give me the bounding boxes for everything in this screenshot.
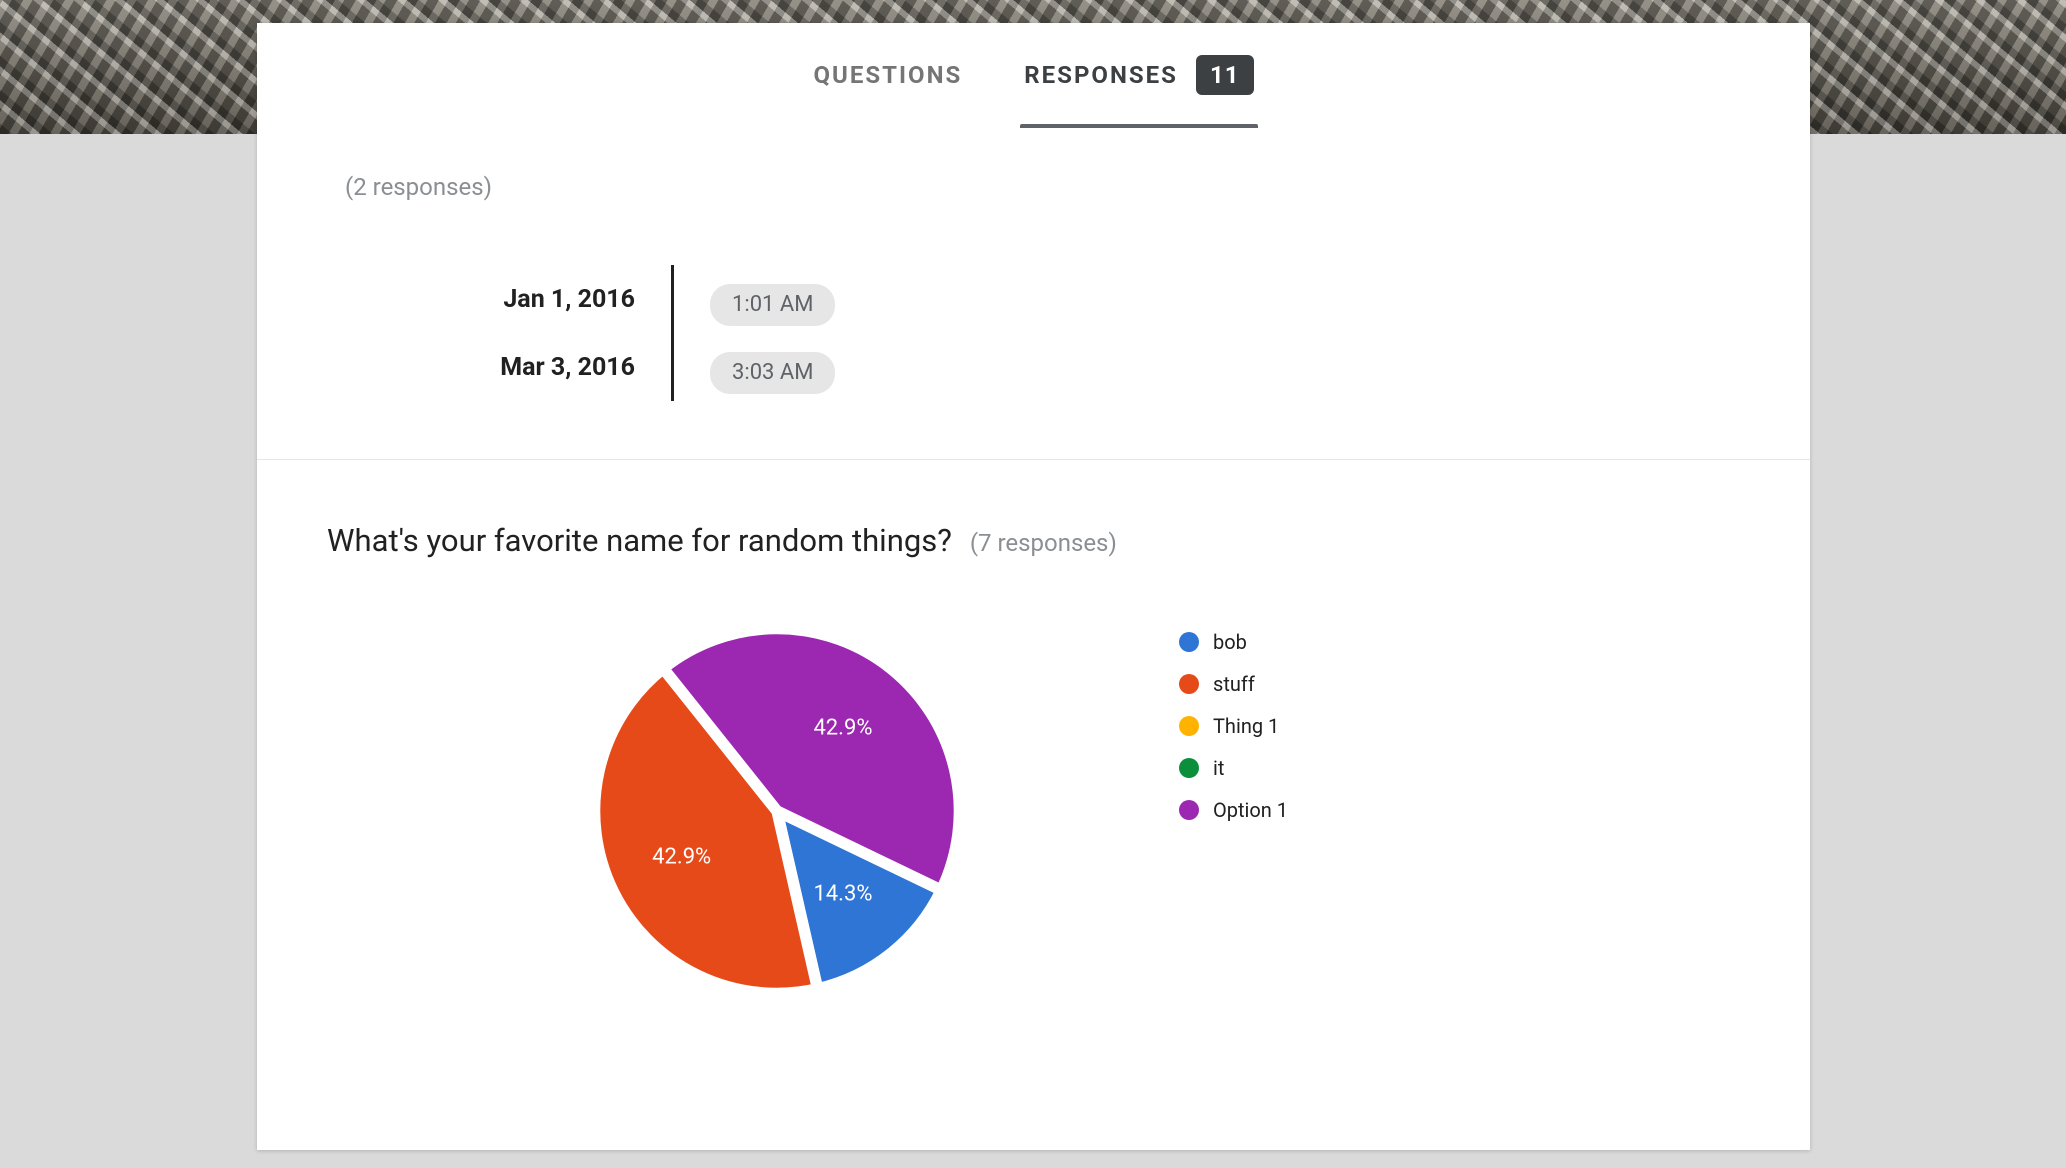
time-chip[interactable]: 1:01 AM [710, 284, 835, 326]
legend-swatch [1179, 674, 1199, 694]
legend-swatch [1179, 758, 1199, 778]
question-count-note: (7 responses) [970, 529, 1117, 557]
legend-swatch [1179, 800, 1199, 820]
pie-chart: 14.3%42.9%42.9% [587, 621, 967, 1001]
vertical-divider [671, 265, 674, 401]
tab-questions-label: QUESTIONS [814, 61, 963, 89]
section-date-responses: (2 responses) Jan 1, 2016 Mar 3, 2016 1:… [257, 127, 1810, 460]
date-list: Jan 1, 2016 Mar 3, 2016 1:01 AM 3:03 AM [345, 265, 1762, 401]
legend-swatch [1179, 632, 1199, 652]
legend-label: bob [1213, 630, 1247, 654]
legend-item[interactable]: Thing 1 [1179, 705, 1288, 747]
question-title: What's your favorite name for random thi… [327, 522, 952, 559]
legend-item[interactable]: bob [1179, 621, 1288, 663]
tab-responses[interactable]: RESPONSES 11 [1024, 23, 1253, 127]
tabs: QUESTIONS RESPONSES 11 [257, 23, 1810, 127]
legend-label: it [1213, 756, 1224, 780]
time-col: 1:01 AM 3:03 AM [710, 265, 835, 401]
responses-count-badge: 11 [1196, 55, 1254, 95]
date-label: Jan 1, 2016 [345, 265, 635, 333]
date-labels-col: Jan 1, 2016 Mar 3, 2016 [345, 265, 635, 401]
legend-label: Thing 1 [1213, 714, 1279, 738]
section-pie-chart: What's your favorite name for random thi… [257, 460, 1810, 1041]
legend-item[interactable]: stuff [1179, 663, 1288, 705]
responses-card: QUESTIONS RESPONSES 11 (2 responses) Jan… [257, 23, 1810, 1150]
pie-svg [587, 621, 967, 1001]
legend-item[interactable]: it [1179, 747, 1288, 789]
chart-row: 14.3%42.9%42.9% bob stuff Thing 1 it Option … [327, 621, 1762, 1001]
pie-legend: bob stuff Thing 1 it Option 1 [1179, 621, 1288, 831]
tab-responses-label: RESPONSES [1024, 61, 1178, 89]
responses-count-note: (2 responses) [345, 173, 1762, 201]
tab-questions[interactable]: QUESTIONS [814, 23, 963, 127]
legend-label: Option 1 [1213, 798, 1288, 822]
question-header: What's your favorite name for random thi… [327, 522, 1762, 559]
legend-label: stuff [1213, 672, 1255, 696]
legend-swatch [1179, 716, 1199, 736]
date-label: Mar 3, 2016 [345, 333, 635, 401]
legend-item[interactable]: Option 1 [1179, 789, 1288, 831]
time-chip[interactable]: 3:03 AM [710, 352, 835, 394]
